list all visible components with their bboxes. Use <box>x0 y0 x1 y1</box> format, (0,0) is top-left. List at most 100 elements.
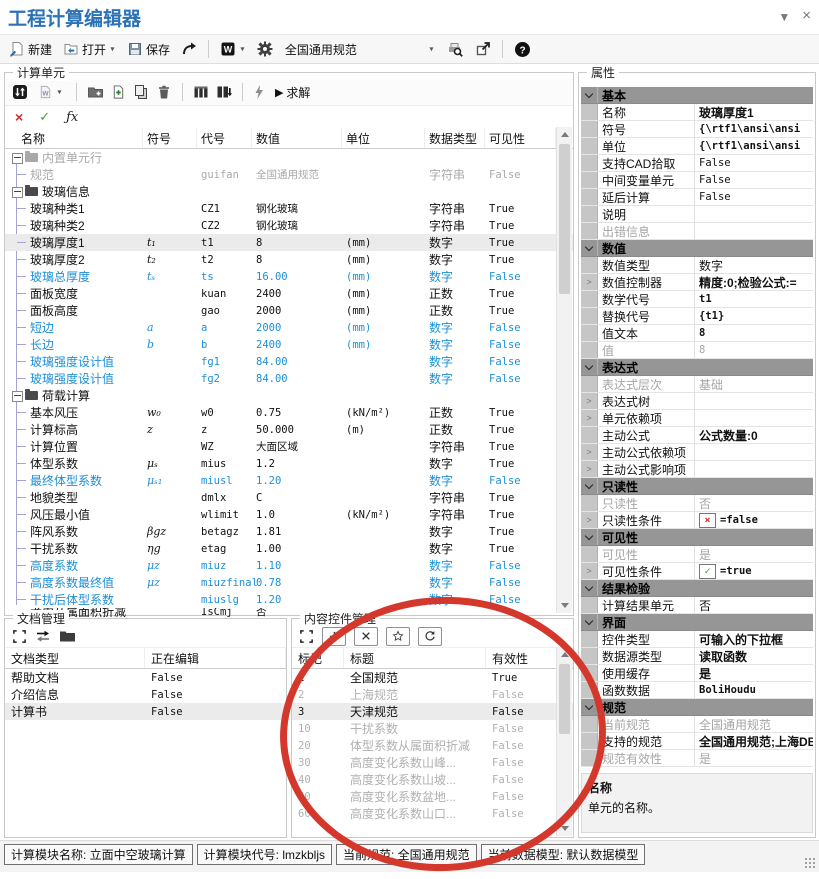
tree-expander[interactable] <box>12 187 23 198</box>
content-column-header[interactable]: 标记 <box>292 648 344 668</box>
document-row[interactable]: 介绍信息False <box>5 686 286 703</box>
tree-row[interactable]: 风压最小值wlimit1.0(kN/m²)字符串True <box>5 506 573 523</box>
property-row[interactable]: 函数数据BoliHoudu <box>581 682 813 699</box>
property-row[interactable]: 可见性是 <box>581 546 813 563</box>
tree-row[interactable]: 短边aa2000(mm)数字False <box>5 319 573 336</box>
tree-row[interactable]: 长边bb2400(mm)数字False <box>5 336 573 353</box>
content-control-row[interactable]: 1全国规范True <box>292 669 573 686</box>
tree-row[interactable]: 玻璃厚度2t₂t28(mm)数字True <box>5 251 573 268</box>
unit-column-header[interactable]: 数值 <box>252 128 342 148</box>
unit-tree-scrollbar[interactable] <box>556 127 572 613</box>
property-row[interactable]: 单位{\rtf1\ansi\ansi <box>581 138 813 155</box>
content-column-header[interactable]: 标题 <box>344 648 486 668</box>
content-control-row[interactable]: 3天津规范False <box>292 703 573 720</box>
document-column-header[interactable]: 正在编辑 <box>145 648 286 668</box>
scroll-down-button[interactable] <box>557 821 572 836</box>
window-collapse-button[interactable]: ▼ <box>778 10 790 24</box>
expand-arrow-icon[interactable]: > <box>581 410 598 426</box>
property-row[interactable]: 值8 <box>581 342 813 359</box>
property-row[interactable]: 当前规范全国通用规范 <box>581 716 813 733</box>
scroll-thumb[interactable] <box>559 664 570 734</box>
tree-row[interactable]: 规范guifan全国通用规范字符串False <box>5 166 573 183</box>
property-row[interactable]: 名称玻璃厚度1 <box>581 104 813 121</box>
new-button[interactable]: 新建 <box>6 40 55 59</box>
document-row[interactable]: 帮助文档False <box>5 669 286 686</box>
property-row[interactable]: >只读性条件×=false <box>581 512 813 529</box>
expand-arrow-icon[interactable]: > <box>581 274 598 290</box>
unit-column-header[interactable]: 可见性 <box>485 128 556 148</box>
expand-arrow-icon[interactable]: > <box>581 461 598 477</box>
tree-row[interactable]: 计算位置WZ大面区域字符串True <box>5 438 573 455</box>
settings-button[interactable] <box>254 40 276 58</box>
delete-button[interactable] <box>156 84 172 100</box>
property-row[interactable]: 数据源类型读取函数 <box>581 648 813 665</box>
refresh-control-button[interactable] <box>418 627 442 646</box>
add-folder-button[interactable] <box>87 84 104 100</box>
tree-row[interactable]: 干扰后体型系数miuslg1.20数字False <box>5 591 573 608</box>
property-row[interactable]: >主动公式依赖项 <box>581 444 813 461</box>
property-row[interactable]: >主动公式影响项 <box>581 461 813 478</box>
word-doc-button[interactable]: W▼ <box>35 83 66 101</box>
property-row[interactable]: 值文本8 <box>581 325 813 342</box>
content-control-row[interactable]: 60高度变化系数山口...False <box>292 805 573 822</box>
tree-row[interactable]: 面板宽度kuan2400(mm)正数True <box>5 285 573 302</box>
external-open-button[interactable] <box>472 40 494 58</box>
property-row[interactable]: 数值类型数字 <box>581 257 813 274</box>
property-section-header[interactable]: 基本 <box>581 87 813 104</box>
expand-arrow-icon[interactable]: > <box>581 393 598 409</box>
property-row[interactable]: 替换代号{t1} <box>581 308 813 325</box>
tree-row[interactable]: 面板高度gao2000(mm)正数True <box>5 302 573 319</box>
section-collapse-chevron[interactable] <box>581 87 598 103</box>
open-dropdown-caret[interactable]: ▼ <box>109 46 116 52</box>
tree-group-row[interactable]: 荷载计算 <box>5 387 573 404</box>
property-row[interactable]: >表达式树 <box>581 393 813 410</box>
tree-row[interactable]: 高度系数μzmiuz1.10数字False <box>5 557 573 574</box>
tree-row[interactable]: 玻璃总厚度tₛts16.00(mm)数字False <box>5 268 573 285</box>
columns-button[interactable] <box>193 84 209 100</box>
open-button[interactable]: 打开 ▼ <box>60 40 119 59</box>
expand-arrow-icon[interactable]: > <box>581 444 598 460</box>
property-section-header[interactable]: 界面 <box>581 614 813 631</box>
section-collapse-chevron[interactable] <box>581 614 598 630</box>
tree-row[interactable]: 玻璃强度设计值fg184.00数字False <box>5 353 573 370</box>
tree-row[interactable]: 玻璃种类1CZ1钢化玻璃字符串True <box>5 200 573 217</box>
property-row[interactable]: 符号{\rtf1\ansi\ansi <box>581 121 813 138</box>
document-column-header[interactable]: 文档类型 <box>5 648 145 668</box>
content-control-row[interactable]: 20体型系数从属面积折减False <box>292 737 573 754</box>
tree-row[interactable]: 基本风压w₀w00.75(kN/m²)正数True <box>5 404 573 421</box>
window-close-button[interactable]: × <box>802 10 811 24</box>
property-row[interactable]: 中间变量单元False <box>581 172 813 189</box>
folder-button[interactable] <box>59 629 76 643</box>
property-row[interactable]: 支持的规范全国通用规范;上海DB <box>581 733 813 750</box>
property-row[interactable]: >可见性条件✓=true <box>581 563 813 580</box>
add-item-button[interactable] <box>111 84 126 100</box>
tree-group-row[interactable]: 玻璃信息 <box>5 183 573 200</box>
sync-button[interactable] <box>12 84 28 100</box>
property-section-header[interactable]: 数值 <box>581 240 813 257</box>
formula-check-button[interactable] <box>253 84 265 100</box>
content-control-row[interactable]: 2上海规范False <box>292 686 573 703</box>
property-row[interactable]: 只读性否 <box>581 495 813 512</box>
tree-row[interactable]: 最终体型系数μₛ₁miusl1.20数字False <box>5 472 573 489</box>
property-row[interactable]: 出错信息 <box>581 223 813 240</box>
property-row[interactable]: 控件类型可输入的下拉框 <box>581 631 813 648</box>
property-row[interactable]: 主动公式公式数量:0 <box>581 427 813 444</box>
tree-row[interactable]: 考虑从属面积折减IsCmj否 <box>5 608 573 617</box>
tree-expander[interactable] <box>12 391 23 402</box>
remove-control-button[interactable] <box>354 627 378 646</box>
section-collapse-chevron[interactable] <box>581 240 598 256</box>
export-button[interactable] <box>178 40 200 58</box>
tree-row[interactable]: 阵风系数βgzbetagz1.81数字True <box>5 523 573 540</box>
scroll-up-button[interactable] <box>557 127 572 142</box>
save-button[interactable]: 保存 <box>124 40 173 59</box>
print-preview-button[interactable] <box>444 40 467 58</box>
property-row[interactable]: >数值控制器精度:0;检验公式:= <box>581 274 813 291</box>
fx-formula-button[interactable]: ƒx <box>66 110 78 125</box>
property-row[interactable]: >单元依赖项 <box>581 410 813 427</box>
help-button[interactable]: ? <box>511 40 534 59</box>
property-section-header[interactable]: 只读性 <box>581 478 813 495</box>
section-collapse-chevron[interactable] <box>581 478 598 494</box>
swap-button[interactable] <box>35 628 51 644</box>
tree-expander[interactable] <box>12 153 23 164</box>
property-row[interactable]: 规范有效性是 <box>581 750 813 767</box>
